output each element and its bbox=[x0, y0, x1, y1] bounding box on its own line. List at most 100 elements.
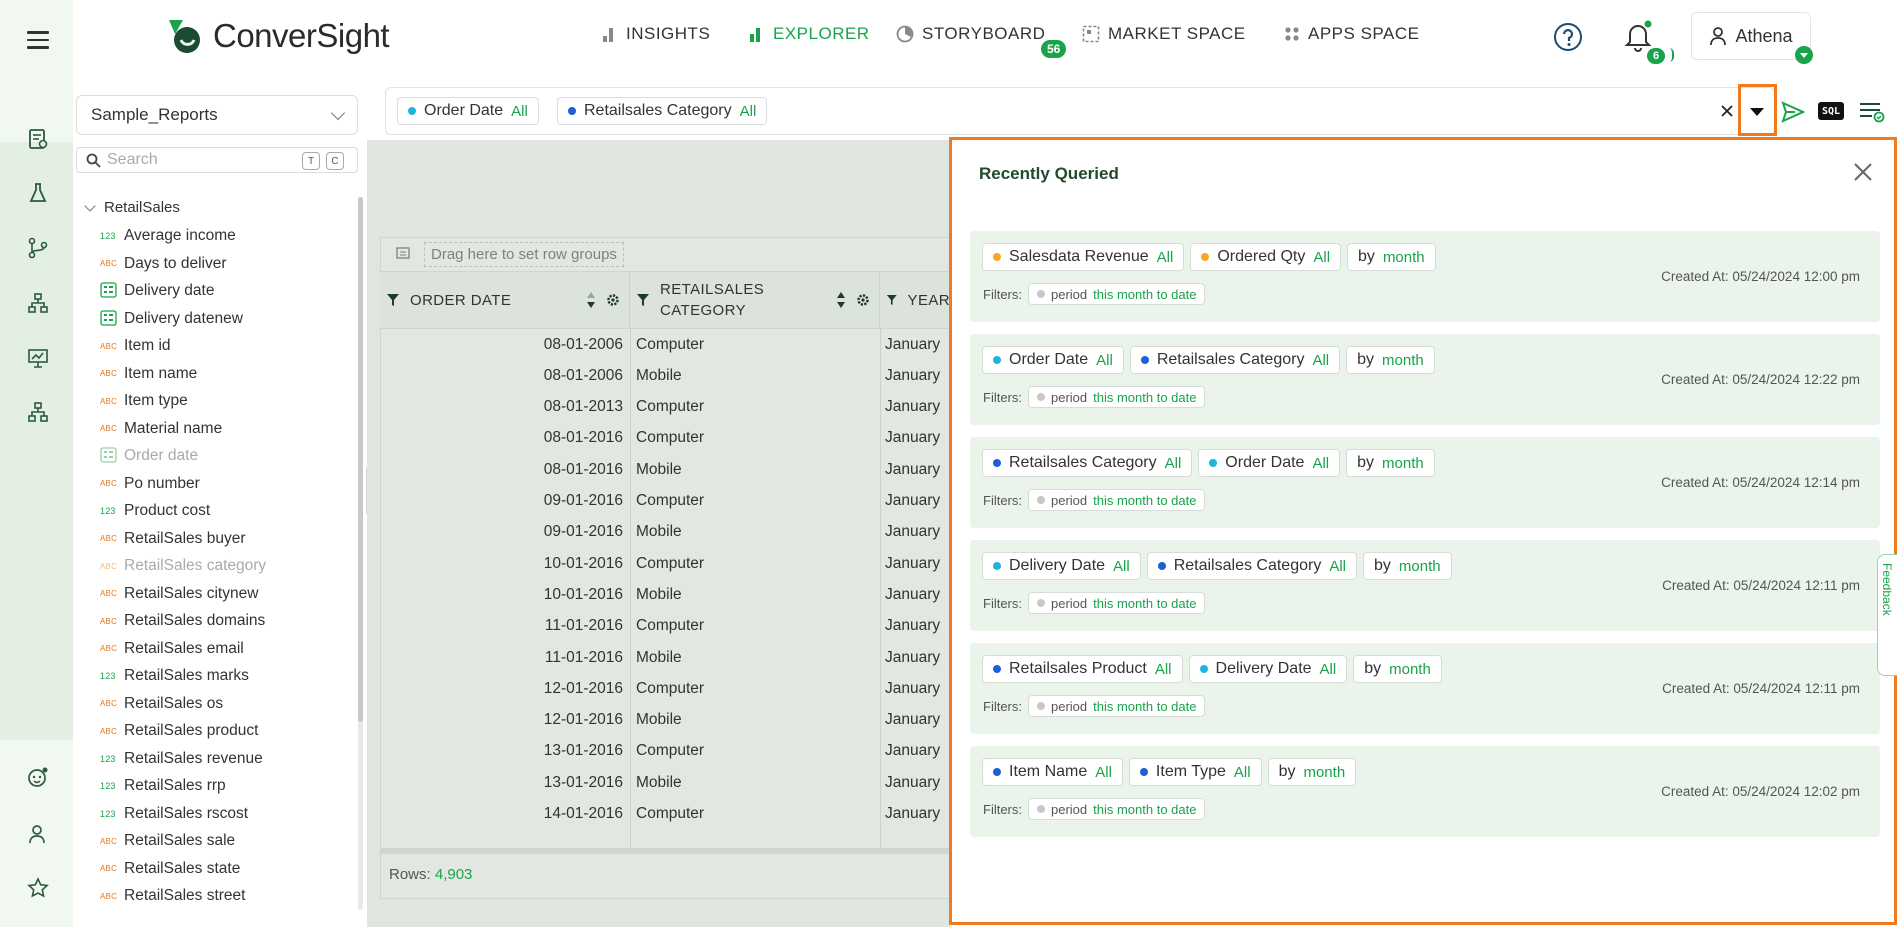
cell-order-date[interactable]: 13-01-2016 bbox=[380, 767, 623, 798]
cell-year[interactable]: January bbox=[885, 611, 945, 642]
cell-order-date[interactable]: 08-01-2006 bbox=[380, 329, 623, 360]
field-item[interactable]: 123 Product cost bbox=[100, 500, 210, 522]
recent-query-card[interactable]: Item Name All Item Type All by month Filters: p… bbox=[970, 746, 1880, 837]
cell-year[interactable]: January bbox=[885, 423, 945, 454]
card-chip[interactable]: Item Name All bbox=[982, 758, 1123, 786]
cell-category[interactable]: Mobile bbox=[636, 705, 682, 736]
search-input[interactable]: Search T C bbox=[76, 147, 358, 173]
cell-year[interactable]: January bbox=[885, 454, 945, 485]
query-chip-order-date[interactable]: Order Date All bbox=[397, 97, 539, 125]
field-item[interactable]: ABC RetailSales os bbox=[100, 693, 223, 715]
cell-category[interactable]: Computer bbox=[636, 611, 704, 642]
cell-order-date[interactable]: 12-01-2016 bbox=[380, 705, 623, 736]
nav-apps-space[interactable]: APPS SPACE bbox=[1284, 24, 1419, 44]
grid-h-scrollbar[interactable] bbox=[380, 848, 950, 854]
card-chip[interactable]: Delivery Date All bbox=[982, 552, 1141, 580]
cell-year[interactable]: January bbox=[885, 642, 945, 673]
cell-order-date[interactable]: 11-01-2016 bbox=[380, 611, 623, 642]
cell-category[interactable]: Mobile bbox=[636, 642, 682, 673]
filter-chip[interactable]: period this month to date bbox=[1028, 386, 1206, 408]
sql-button[interactable]: SQL bbox=[1818, 102, 1844, 120]
field-item[interactable]: 123 RetailSales revenue bbox=[100, 748, 263, 770]
card-chip[interactable]: Retailsales Category All bbox=[1146, 552, 1357, 580]
cell-category[interactable]: Mobile bbox=[636, 454, 682, 485]
hierarchy-icon[interactable] bbox=[24, 289, 52, 317]
cell-year[interactable]: January bbox=[885, 673, 945, 704]
card-chip[interactable]: Item Type All bbox=[1128, 758, 1262, 786]
group-by-chip[interactable]: by month bbox=[1363, 552, 1452, 580]
filter-chip[interactable]: period this month to date bbox=[1028, 695, 1206, 717]
gear-icon[interactable] bbox=[856, 293, 870, 307]
cell-category[interactable]: Computer bbox=[636, 329, 704, 360]
cell-year[interactable]: January bbox=[885, 736, 945, 767]
clear-query-icon[interactable] bbox=[1718, 101, 1736, 121]
nav-market-space[interactable]: MARKET SPACE bbox=[1082, 24, 1246, 44]
field-item[interactable]: ABC Item id bbox=[100, 335, 171, 357]
cell-category[interactable]: Mobile bbox=[636, 360, 682, 391]
presentation-icon[interactable] bbox=[24, 344, 52, 372]
field-item[interactable]: ABC RetailSales citynew bbox=[100, 583, 258, 605]
users-icon[interactable] bbox=[24, 820, 52, 848]
cell-order-date[interactable]: 08-01-2013 bbox=[380, 392, 623, 423]
cell-order-date[interactable]: 10-01-2016 bbox=[380, 579, 623, 610]
cell-year[interactable]: January bbox=[885, 705, 945, 736]
field-item[interactable]: ABC Item name bbox=[100, 363, 197, 385]
cell-order-date[interactable]: 11-01-2016 bbox=[380, 642, 623, 673]
tree-root-retailsales[interactable]: RetailSales bbox=[84, 199, 180, 216]
nav-insights[interactable]: INSIGHTS bbox=[602, 24, 710, 44]
card-chip[interactable]: Retailsales Category All bbox=[982, 449, 1193, 477]
field-item[interactable]: ABC Po number bbox=[100, 473, 200, 495]
gear-icon[interactable] bbox=[606, 293, 620, 307]
card-chip[interactable]: Order Date All bbox=[982, 346, 1124, 374]
filter-chip[interactable]: period this month to date bbox=[1028, 489, 1206, 511]
cell-order-date[interactable]: 08-01-2016 bbox=[380, 454, 623, 485]
user-dropdown-icon[interactable] bbox=[1795, 46, 1813, 64]
field-item[interactable]: Order date bbox=[100, 445, 198, 467]
report-selector[interactable]: Sample_Reports bbox=[76, 95, 358, 135]
send-icon[interactable] bbox=[1780, 99, 1806, 125]
field-item[interactable]: ABC RetailSales product bbox=[100, 720, 258, 742]
card-chip[interactable]: Retailsales Category All bbox=[1129, 346, 1341, 374]
cell-order-date[interactable]: 14-01-2016 bbox=[380, 799, 623, 830]
star-icon[interactable] bbox=[24, 874, 52, 902]
nav-explorer[interactable]: EXPLORER bbox=[749, 24, 870, 44]
card-chip[interactable]: Salesdata Revenue All bbox=[982, 243, 1185, 271]
cell-year[interactable]: January bbox=[885, 767, 945, 798]
cell-order-date[interactable]: 12-01-2016 bbox=[380, 673, 623, 704]
filter-icon[interactable] bbox=[886, 293, 898, 307]
field-item[interactable]: ABC RetailSales state bbox=[100, 858, 240, 880]
cell-order-date[interactable]: 09-01-2016 bbox=[380, 517, 623, 548]
field-item[interactable]: 123 Average income bbox=[100, 225, 236, 247]
field-item[interactable]: ABC RetailSales street bbox=[100, 885, 245, 907]
card-chip[interactable]: Delivery Date All bbox=[1188, 655, 1348, 683]
group-by-chip[interactable]: by month bbox=[1347, 243, 1436, 271]
hierarchy-icon-2[interactable] bbox=[24, 398, 52, 426]
cell-year[interactable]: January bbox=[885, 517, 945, 548]
recent-query-card[interactable]: Order Date All Retailsales Category All by mo… bbox=[970, 334, 1880, 425]
cell-category[interactable]: Computer bbox=[636, 673, 704, 704]
card-chip[interactable]: Ordered Qty All bbox=[1190, 243, 1342, 271]
recent-queries-dropdown-icon[interactable] bbox=[1743, 100, 1771, 124]
card-chip[interactable]: Retailsales Product All bbox=[982, 655, 1183, 683]
cell-category[interactable]: Mobile bbox=[636, 579, 682, 610]
recent-query-card[interactable]: Delivery Date All Retailsales Category All b… bbox=[970, 540, 1880, 631]
cell-order-date[interactable]: 09-01-2016 bbox=[380, 486, 623, 517]
col-header-retailsales-category[interactable]: RETAILSALES CATEGORY bbox=[630, 271, 880, 329]
cell-order-date[interactable]: 08-01-2016 bbox=[380, 423, 623, 454]
feedback-tab[interactable]: Feedback bbox=[1877, 554, 1897, 676]
report-icon[interactable] bbox=[24, 125, 52, 153]
conversight-logo[interactable]: ConverSight bbox=[163, 14, 390, 58]
field-item[interactable]: ABC Material name bbox=[100, 418, 222, 440]
column-filter-toggle[interactable]: C bbox=[326, 152, 344, 170]
col-header-order-date[interactable]: ORDER DATE bbox=[380, 271, 630, 329]
nav-storyboard[interactable]: STORYBOARD bbox=[896, 24, 1045, 44]
cell-category[interactable]: Computer bbox=[636, 486, 704, 517]
cell-year[interactable]: January bbox=[885, 799, 945, 830]
cell-year[interactable]: January bbox=[885, 329, 945, 360]
cell-category[interactable]: Mobile bbox=[636, 767, 682, 798]
filter-icon[interactable] bbox=[636, 293, 650, 307]
user-menu[interactable]: Athena bbox=[1691, 12, 1811, 60]
group-by-chip[interactable]: by month bbox=[1353, 655, 1442, 683]
query-chip-retailsales-category[interactable]: Retailsales Category All bbox=[557, 97, 768, 125]
row-group-dropzone[interactable]: Drag here to set row groups bbox=[380, 237, 950, 271]
